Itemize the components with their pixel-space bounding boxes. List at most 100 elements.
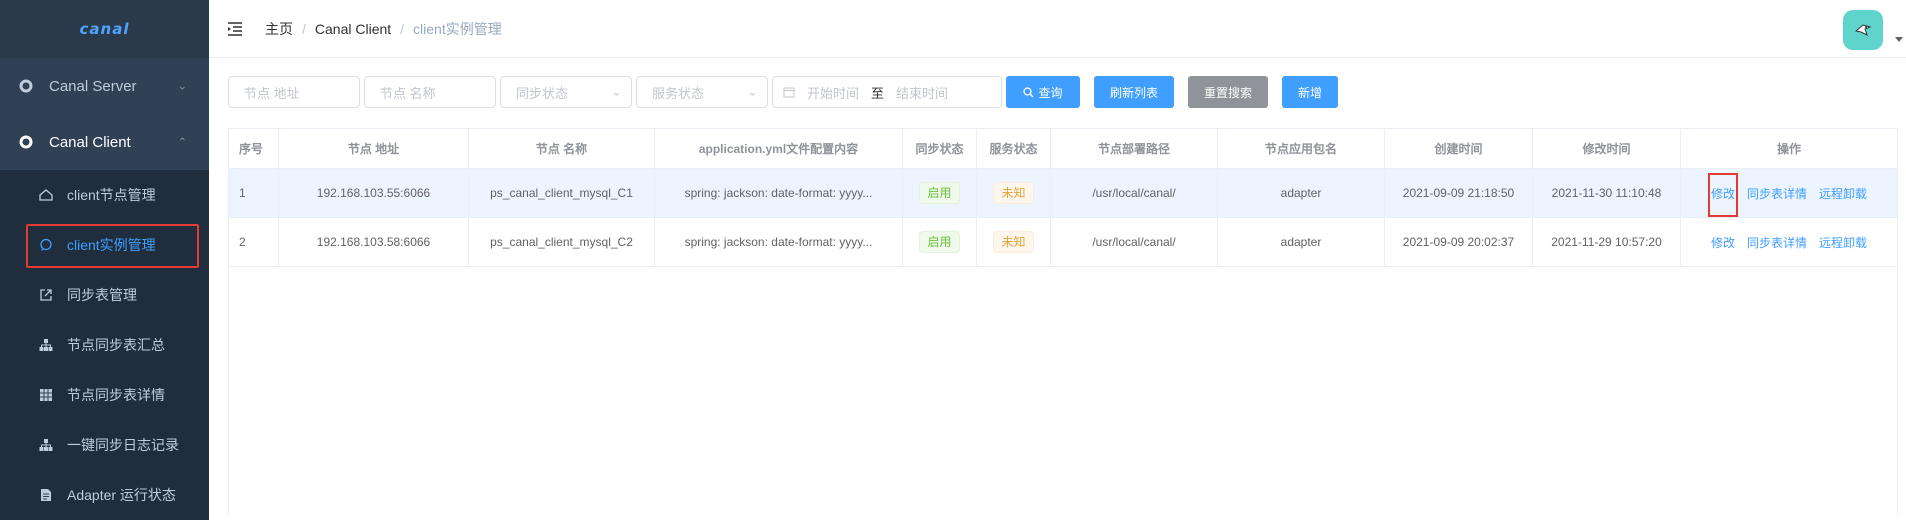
sidebar-item-label: 一键同步日志记录	[67, 437, 179, 453]
cell-modified: 2021-11-30 11:10:48	[1533, 169, 1681, 217]
tree-icon	[38, 337, 54, 353]
edit-link[interactable]: 修改	[1707, 172, 1738, 217]
gear-icon	[18, 78, 34, 94]
placeholder: 节点 地址	[244, 85, 300, 101]
submenu-canal-client: client节点管理 client实例管理 同步表管理 节点同步表汇总 节点同步…	[0, 170, 209, 520]
breadcrumb-separator: /	[302, 20, 306, 37]
button-label: 查询	[1038, 85, 1063, 100]
bird-icon	[1854, 24, 1872, 36]
cell-config[interactable]: spring: jackson: date-format: yyyy...	[655, 218, 903, 266]
chevron-down-icon: ⌄	[177, 80, 187, 93]
cell-modified: 2021-11-29 10:57:20	[1533, 218, 1681, 266]
calendar-icon	[783, 86, 795, 98]
start-time-input[interactable]: 开始时间	[807, 83, 859, 102]
breadcrumb-current: client实例管理	[413, 20, 502, 37]
chevron-down-icon: ⌄	[611, 86, 621, 99]
sidebar-item-sync-logs[interactable]: 一键同步日志记录	[0, 420, 209, 470]
menu-canal-server[interactable]: Canal Server ⌄	[0, 58, 209, 114]
sidebar-item-node-sync-summary[interactable]: 节点同步表汇总	[0, 320, 209, 370]
end-time-input[interactable]: 结束时间	[896, 83, 948, 102]
sidebar-item-label: 节点同步表详情	[67, 387, 165, 403]
cell-config[interactable]: spring: jackson: date-format: yyyy...	[655, 169, 903, 217]
sidebar-item-label: client实例管理	[67, 237, 156, 253]
sidebar-item-label: client节点管理	[67, 187, 156, 203]
home-icon	[38, 187, 54, 203]
document-icon	[38, 487, 54, 503]
sidebar-item-adapter-status[interactable]: Adapter 运行状态	[0, 470, 209, 520]
sidebar: canal Canal Server ⌄ Canal Client ⌃ clie…	[0, 0, 209, 520]
column-header[interactable]: 服务状态	[977, 129, 1051, 168]
status-badge: 启用	[919, 182, 960, 204]
cell-address: 192.168.103.55:6066	[279, 169, 469, 217]
column-header[interactable]: application.yml文件配置内容	[655, 129, 903, 168]
sidebar-item-label: 节点同步表汇总	[67, 337, 165, 353]
menu-label: Canal Client	[49, 133, 131, 151]
column-header[interactable]: 同步状态	[903, 129, 977, 168]
chat-icon	[38, 237, 54, 253]
column-header[interactable]: 节点 地址	[279, 129, 469, 168]
cell-service-status: 未知	[977, 169, 1051, 217]
column-header[interactable]: 创建时间	[1385, 129, 1533, 168]
status-badge: 未知	[993, 231, 1034, 253]
breadcrumb-home[interactable]: 主页	[265, 19, 293, 39]
sync-details-link[interactable]: 同步表详情	[1747, 185, 1807, 202]
placeholder: 节点 名称	[380, 85, 436, 101]
cell-name: ps_canal_client_mysql_C1	[469, 169, 655, 217]
table-row[interactable]: 2 192.168.103.58:6066 ps_canal_client_my…	[229, 218, 1897, 267]
add-button[interactable]: 新增	[1282, 76, 1338, 108]
cell-path: /usr/local/canal/	[1051, 169, 1218, 217]
button-label: 重置搜索	[1203, 85, 1252, 100]
button-label: 新增	[1297, 85, 1322, 100]
external-link-icon	[38, 287, 54, 303]
cell-created: 2021-09-09 20:02:37	[1385, 218, 1533, 266]
node-address-input[interactable]: 节点 地址	[228, 76, 360, 108]
reset-search-button[interactable]: 重置搜索	[1188, 76, 1268, 108]
tree-icon	[38, 437, 54, 453]
cell-sync-status: 启用	[903, 218, 977, 266]
filter-bar: 节点 地址 节点 名称 同步状态 ⌄ 服务状态 ⌄ 开始时间 至 结束时间 查询 刷…	[228, 76, 1338, 108]
sidebar-item-label: 同步表管理	[67, 287, 137, 303]
menu-canal-client[interactable]: Canal Client ⌃	[0, 114, 209, 170]
node-name-input[interactable]: 节点 名称	[364, 76, 496, 108]
caret-down-icon[interactable]	[1895, 37, 1903, 42]
cell-actions: 修改 同步表详情 远程卸载	[1681, 169, 1897, 217]
gear-icon	[18, 134, 34, 150]
column-header[interactable]: 序号	[229, 129, 279, 168]
cell-address: 192.168.103.58:6066	[279, 218, 469, 266]
placeholder: 同步状态	[516, 85, 569, 101]
edit-link[interactable]: 修改	[1711, 234, 1735, 251]
placeholder: 服务状态	[652, 85, 705, 101]
sync-status-select[interactable]: 同步状态 ⌄	[500, 76, 632, 108]
status-badge: 未知	[993, 182, 1034, 204]
column-header[interactable]: 节点 名称	[469, 129, 655, 168]
cell-name: ps_canal_client_mysql_C2	[469, 218, 655, 266]
breadcrumb-section[interactable]: Canal Client	[315, 21, 391, 37]
date-range-picker[interactable]: 开始时间 至 结束时间	[772, 76, 1002, 108]
table-row[interactable]: 1 192.168.103.55:6066 ps_canal_client_my…	[229, 169, 1897, 218]
sidebar-item-sync-tables[interactable]: 同步表管理	[0, 270, 209, 320]
sidebar-item-client-instances[interactable]: client实例管理	[0, 220, 209, 270]
sidebar-item-node-sync-details[interactable]: 节点同步表详情	[0, 370, 209, 420]
column-header[interactable]: 修改时间	[1533, 129, 1681, 168]
navbar: 主页 / Canal Client / client实例管理	[209, 0, 1906, 58]
column-header[interactable]: 节点应用包名	[1218, 129, 1385, 168]
instances-table: 序号 节点 地址 节点 名称 application.yml文件配置内容 同步状…	[228, 128, 1898, 515]
avatar[interactable]	[1843, 10, 1883, 50]
refresh-list-button[interactable]: 刷新列表	[1094, 76, 1174, 108]
cell-actions: 修改 同步表详情 远程卸载	[1681, 218, 1897, 266]
search-icon	[1023, 86, 1034, 97]
chevron-up-icon: ⌃	[177, 136, 187, 149]
service-status-select[interactable]: 服务状态 ⌄	[636, 76, 768, 108]
remote-uninstall-link[interactable]: 远程卸载	[1819, 234, 1867, 251]
search-button[interactable]: 查询	[1006, 76, 1080, 108]
sidebar-item-label: Adapter 运行状态	[67, 487, 176, 503]
remote-uninstall-link[interactable]: 远程卸载	[1819, 185, 1867, 202]
column-header[interactable]: 节点部署路径	[1051, 129, 1218, 168]
cell-path: /usr/local/canal/	[1051, 218, 1218, 266]
table-header: 序号 节点 地址 节点 名称 application.yml文件配置内容 同步状…	[229, 129, 1897, 169]
status-badge: 启用	[919, 231, 960, 253]
sidebar-item-client-nodes[interactable]: client节点管理	[0, 170, 209, 220]
logo[interactable]: canal	[0, 0, 209, 58]
hamburger-icon[interactable]	[227, 21, 245, 36]
sync-details-link[interactable]: 同步表详情	[1747, 234, 1807, 251]
